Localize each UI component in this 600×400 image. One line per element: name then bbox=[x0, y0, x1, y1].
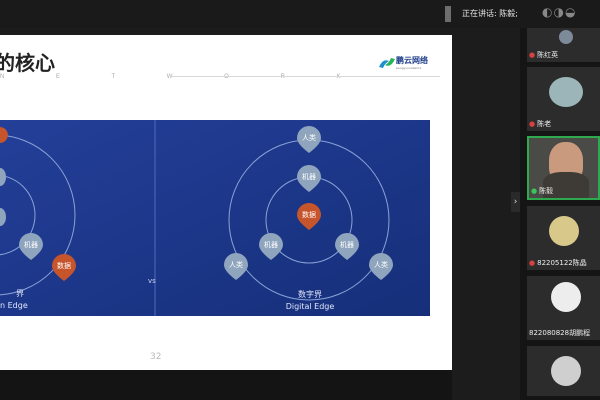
meeting-top-bar: 正在讲话: 陈毅; ◐◑◒ bbox=[0, 0, 600, 28]
shared-slide: 的核心 N E T W O R K 鹏云网络 pengyunnetwork vs… bbox=[0, 35, 452, 370]
slide-title: 的核心 bbox=[0, 51, 55, 75]
svg-text:人类: 人类 bbox=[229, 260, 243, 269]
participant-name: 822080828胡鹏程 bbox=[529, 329, 591, 337]
avatar bbox=[549, 216, 579, 246]
svg-text:机器: 机器 bbox=[24, 240, 38, 249]
slide-page-number: 32 bbox=[150, 352, 162, 362]
svg-text:人类: 人类 bbox=[302, 133, 316, 142]
diagram-background bbox=[0, 120, 430, 316]
svg-text:数据: 数据 bbox=[57, 261, 71, 270]
left-caption-en: n Edge bbox=[0, 301, 28, 310]
participant-tile[interactable] bbox=[527, 346, 600, 396]
avatar bbox=[551, 356, 581, 386]
brand-subtitle: pengyunnetwork bbox=[396, 66, 422, 70]
participant-tile-active[interactable]: ● 陈毅 bbox=[527, 136, 600, 200]
mic-muted-icon: ● bbox=[529, 51, 536, 59]
active-speaker-label: 正在讲话: 陈毅; bbox=[462, 9, 518, 18]
slide-watermark: N E T W O R K bbox=[0, 74, 366, 80]
brand-logo-icon bbox=[379, 58, 395, 68]
participant-tile[interactable]: ● 陈老 bbox=[527, 67, 600, 131]
svg-text:机器: 机器 bbox=[302, 172, 316, 181]
participant-name: 陈毅 bbox=[539, 187, 554, 195]
participant-tile[interactable]: ● 82205122陈晶 bbox=[527, 206, 600, 270]
mic-active-icon: ● bbox=[531, 187, 538, 195]
participant-tile[interactable]: ● 陈红英 bbox=[527, 28, 600, 62]
svg-text:机器: 机器 bbox=[264, 240, 278, 249]
mic-muted-icon: ● bbox=[529, 259, 536, 267]
participant-name: 陈老 bbox=[537, 120, 552, 128]
svg-text:数据: 数据 bbox=[302, 210, 316, 219]
right-caption-en: Digital Edge bbox=[286, 302, 335, 311]
right-caption-cn: 数字界 bbox=[298, 289, 322, 299]
title-divider bbox=[170, 76, 440, 77]
svg-text:机器: 机器 bbox=[340, 240, 354, 249]
participant-tile[interactable]: 822080828胡鹏程 bbox=[527, 276, 600, 340]
brand-name: 鹏云网络 bbox=[396, 56, 428, 65]
meeting-bottom-bar bbox=[0, 370, 452, 400]
speaker-indicator-icon bbox=[445, 6, 451, 22]
collapse-panel-button[interactable]: › bbox=[511, 192, 520, 212]
svg-text:人类: 人类 bbox=[374, 260, 388, 269]
window-controls-icon[interactable]: ◐◑◒ bbox=[542, 5, 576, 19]
avatar bbox=[559, 30, 573, 44]
edge-comparison-diagram: vs 机器 数据 界 n Edge 人类 机器 数据 机器 机器 人类 人类 数… bbox=[0, 120, 430, 316]
vs-label: vs bbox=[148, 277, 156, 285]
avatar bbox=[551, 282, 581, 312]
participant-name: 陈红英 bbox=[537, 51, 559, 59]
mic-muted-icon: ● bbox=[529, 120, 536, 128]
left-caption-cn: 界 bbox=[16, 289, 24, 298]
avatar bbox=[549, 77, 583, 107]
participant-name: 82205122陈晶 bbox=[537, 259, 587, 267]
